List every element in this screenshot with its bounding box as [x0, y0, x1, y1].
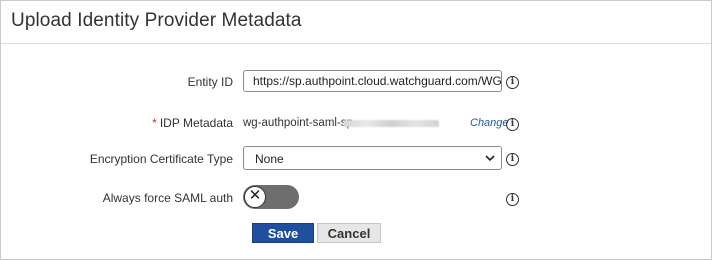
- always-force-saml-auth-toggle[interactable]: ✕: [243, 185, 299, 209]
- always-force-saml-auth-label: Always force SAML auth: [102, 191, 233, 205]
- required-marker: *: [152, 116, 157, 130]
- save-button[interactable]: Save: [252, 223, 314, 243]
- dialog-header: Upload Identity Provider Metadata: [1, 1, 711, 44]
- idp-metadata-label: * IDP Metadata: [152, 116, 233, 130]
- encryption-certificate-type-select[interactable]: None: [243, 146, 502, 170]
- select-value: None: [255, 152, 284, 166]
- entity-id-label: Entity ID: [187, 75, 233, 89]
- info-icon[interactable]: i: [506, 118, 519, 131]
- info-icon[interactable]: i: [506, 153, 519, 166]
- change-link[interactable]: Change: [470, 117, 509, 129]
- entity-id-input[interactable]: https://sp.authpoint.cloud.watchguard.co…: [243, 70, 502, 92]
- cancel-button[interactable]: Cancel: [317, 223, 381, 243]
- info-icon[interactable]: i: [506, 193, 519, 206]
- dialog: Upload Identity Provider Metadata Entity…: [0, 0, 712, 260]
- encryption-certificate-type-label: Encryption Certificate Type: [89, 152, 233, 166]
- redacted-filename-suffix: [343, 120, 439, 127]
- chevron-down-icon: [485, 155, 495, 162]
- dialog-title: Upload Identity Provider Metadata: [11, 10, 302, 31]
- toggle-off-x-icon: ✕: [244, 186, 266, 208]
- idp-metadata-filename: wg-authpoint-saml-sp-: [243, 117, 357, 129]
- info-icon[interactable]: i: [506, 76, 519, 89]
- idp-metadata-label-text: IDP Metadata: [159, 116, 233, 130]
